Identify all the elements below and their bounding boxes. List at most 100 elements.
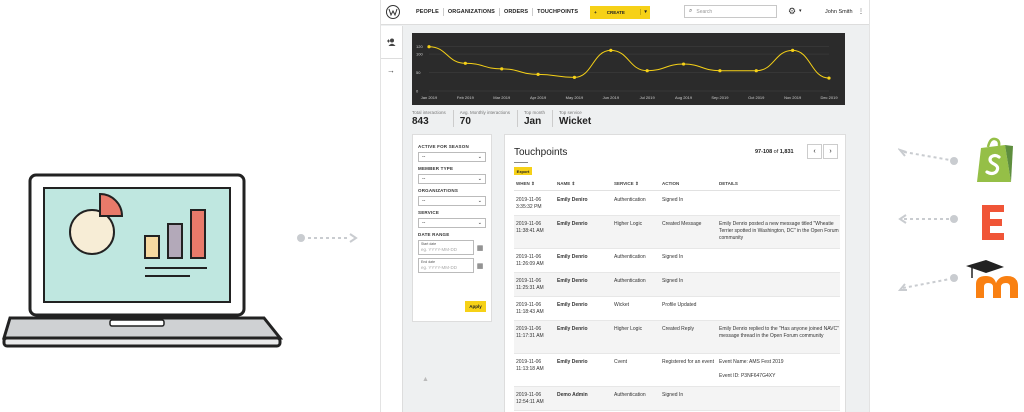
filter-label-organizations: ORGANIZATIONS — [418, 188, 459, 193]
end-date-input[interactable]: End date eg. YYYY-MM-DD — [418, 258, 474, 273]
calendar-icon[interactable]: ▦ — [474, 258, 486, 273]
x-tick-label: Sep 2019 — [711, 95, 729, 100]
data-point[interactable] — [427, 45, 431, 49]
filter-label-date-range: DATE RANGE — [418, 232, 450, 237]
sort-icon: ⇕ — [634, 181, 639, 186]
cell-action: Signed In — [662, 197, 684, 203]
table-row[interactable]: 2019-11-06 11:25:31 AM Emily Denrio Authen… — [514, 273, 840, 297]
data-point[interactable] — [681, 62, 686, 66]
cell-service: Higher Logic — [614, 221, 643, 227]
table-row[interactable]: 2019-11-06 11:13:18 AM Emily Denrio Cvent R… — [514, 354, 840, 387]
select-value: -- — [422, 198, 426, 204]
gear-icon[interactable]: ⚙ — [788, 6, 796, 17]
x-tick-label: Dec 2019 — [820, 95, 838, 100]
top-navigation-bar: PEOPLE ORGANIZATIONS ORDERS TOUCHPOINTS … — [381, 0, 869, 25]
create-button[interactable]: + CREATE ▾ — [590, 5, 651, 19]
column-label: NAME — [557, 181, 571, 186]
nav-organizations[interactable]: ORGANIZATIONS — [444, 8, 500, 16]
sort-icon: ⇕ — [571, 181, 576, 186]
data-point[interactable] — [754, 69, 758, 73]
scroll-up-icon[interactable]: ▲ — [422, 376, 429, 383]
nav-orders[interactable]: ORDERS — [500, 8, 534, 16]
column-header-details: DETAILS — [719, 181, 738, 186]
apply-button[interactable]: Apply — [465, 301, 486, 312]
start-date-placeholder: eg. YYYY-MM-DD — [421, 247, 458, 252]
data-point[interactable] — [536, 72, 540, 76]
table-row[interactable]: 2019-11-06 11:17:31 AM Emily Denrio Higher… — [514, 321, 840, 354]
app-logo[interactable] — [386, 5, 400, 19]
member-type-select[interactable]: -- ⌄ — [418, 174, 486, 184]
table-row[interactable]: 2019-11-06 11:26:09 AM Emily Denrio Authen… — [514, 249, 840, 273]
data-point[interactable] — [827, 76, 831, 80]
cell-when: 2019-11-06 11:26:09 AM — [516, 254, 544, 267]
chevron-down-icon: ⌄ — [477, 198, 482, 204]
flow-arrow-in — [297, 233, 358, 243]
column-header-action: ACTION — [662, 181, 679, 186]
user-name[interactable]: John Smith — [825, 9, 853, 15]
calendar-icon[interactable]: ▦ — [474, 240, 486, 255]
table-row[interactable]: 2019-11-06 3:35:32 PM Emily Deniro Authent… — [514, 192, 840, 216]
data-point[interactable] — [572, 75, 577, 79]
nav-touchpoints[interactable]: TOUCHPOINTS — [533, 8, 582, 16]
stat-avg-monthly: Avg. Monthly interactions 70 — [460, 110, 518, 127]
end-date-placeholder: eg. YYYY-MM-DD — [421, 265, 458, 270]
title-underline — [514, 162, 528, 163]
table-row[interactable]: 2019-11-06 12:54:11 AM Demo Admin Authenti… — [514, 387, 840, 411]
stat-value: 843 — [412, 116, 429, 127]
select-value: -- — [422, 220, 426, 226]
cell-action: Created Reply — [662, 326, 694, 332]
stat-total-interactions: Total interactions 843 — [412, 110, 454, 127]
stat-label: Total interactions — [412, 110, 446, 115]
data-point[interactable] — [791, 48, 795, 52]
data-point[interactable] — [500, 67, 504, 71]
export-button[interactable]: Export — [514, 167, 532, 175]
x-tick-label: Aug 2019 — [675, 95, 693, 100]
next-page-button[interactable]: › — [823, 144, 838, 159]
active-season-select[interactable]: -- ⌄ — [418, 152, 486, 162]
laptop-illustration — [1, 173, 284, 348]
stat-label: Top service — [559, 110, 582, 115]
start-date-input[interactable]: Start date eg. YYYY-MM-DD — [418, 240, 474, 255]
pagination-status: 97-108 of 1,831 — [755, 149, 794, 155]
column-header-when[interactable]: WHEN ⇕ — [516, 181, 535, 187]
column-header-service[interactable]: SERVICE ⇕ — [614, 181, 639, 187]
data-point[interactable] — [645, 69, 649, 73]
pager-range: 97-108 — [755, 149, 773, 155]
data-point[interactable] — [463, 61, 467, 65]
stat-value: Wicket — [559, 116, 592, 127]
chevron-down-icon[interactable]: ▾ — [640, 9, 650, 15]
filter-label-member-type: MEMBER TYPE — [418, 166, 454, 171]
column-header-name[interactable]: NAME ⇕ — [557, 181, 575, 187]
search-input[interactable]: ⌕ Search — [684, 5, 777, 18]
table-row[interactable]: 2019-11-06 11:18:43 AM Emily Denrio Wicket… — [514, 297, 840, 321]
data-point[interactable] — [609, 48, 613, 52]
organizations-select[interactable]: -- ⌄ — [418, 196, 486, 206]
cell-name: Emily Denrio — [557, 359, 588, 365]
chevron-down-icon[interactable]: ▾ — [799, 8, 802, 14]
service-select[interactable]: -- ⌄ — [418, 218, 486, 228]
column-label: WHEN — [516, 181, 530, 186]
chevron-right-icon: › — [829, 148, 832, 155]
select-value: -- — [422, 176, 426, 182]
cell-name: Demo Admin — [557, 392, 588, 398]
rail-divider — [381, 58, 403, 59]
cell-service: Cvent — [614, 359, 628, 365]
cell-service: Authentication — [614, 197, 646, 203]
nav-people[interactable]: PEOPLE — [412, 8, 444, 16]
cell-details: Emily Denrio replied to the "Has anyone … — [719, 326, 839, 339]
prev-page-button[interactable]: ‹ — [807, 144, 822, 159]
moodle-logo — [966, 260, 1018, 298]
filter-label-active-season: ACTIVE FOR SEASON — [418, 144, 469, 149]
line-chart: 120 100 50 0Jan 2019 Feb 2019 Mar 2019 Apr 201… — [416, 44, 838, 100]
add-user-icon[interactable] — [387, 38, 397, 48]
more-vertical-icon[interactable]: ⋮ — [858, 8, 864, 15]
sort-icon: ⇕ — [531, 181, 535, 186]
y-tick-label: 100 — [416, 52, 423, 57]
cell-service: Wicket — [614, 302, 629, 308]
table-row[interactable]: 2019-11-06 11:38:41 AM Emily Denrio Higher… — [514, 216, 840, 249]
arrow-right-icon[interactable]: → — [387, 66, 395, 75]
x-tick-label: Apr 2019 — [530, 95, 547, 100]
chevron-left-icon: ‹ — [813, 148, 816, 155]
series-line — [428, 46, 830, 79]
data-point[interactable] — [718, 69, 722, 73]
